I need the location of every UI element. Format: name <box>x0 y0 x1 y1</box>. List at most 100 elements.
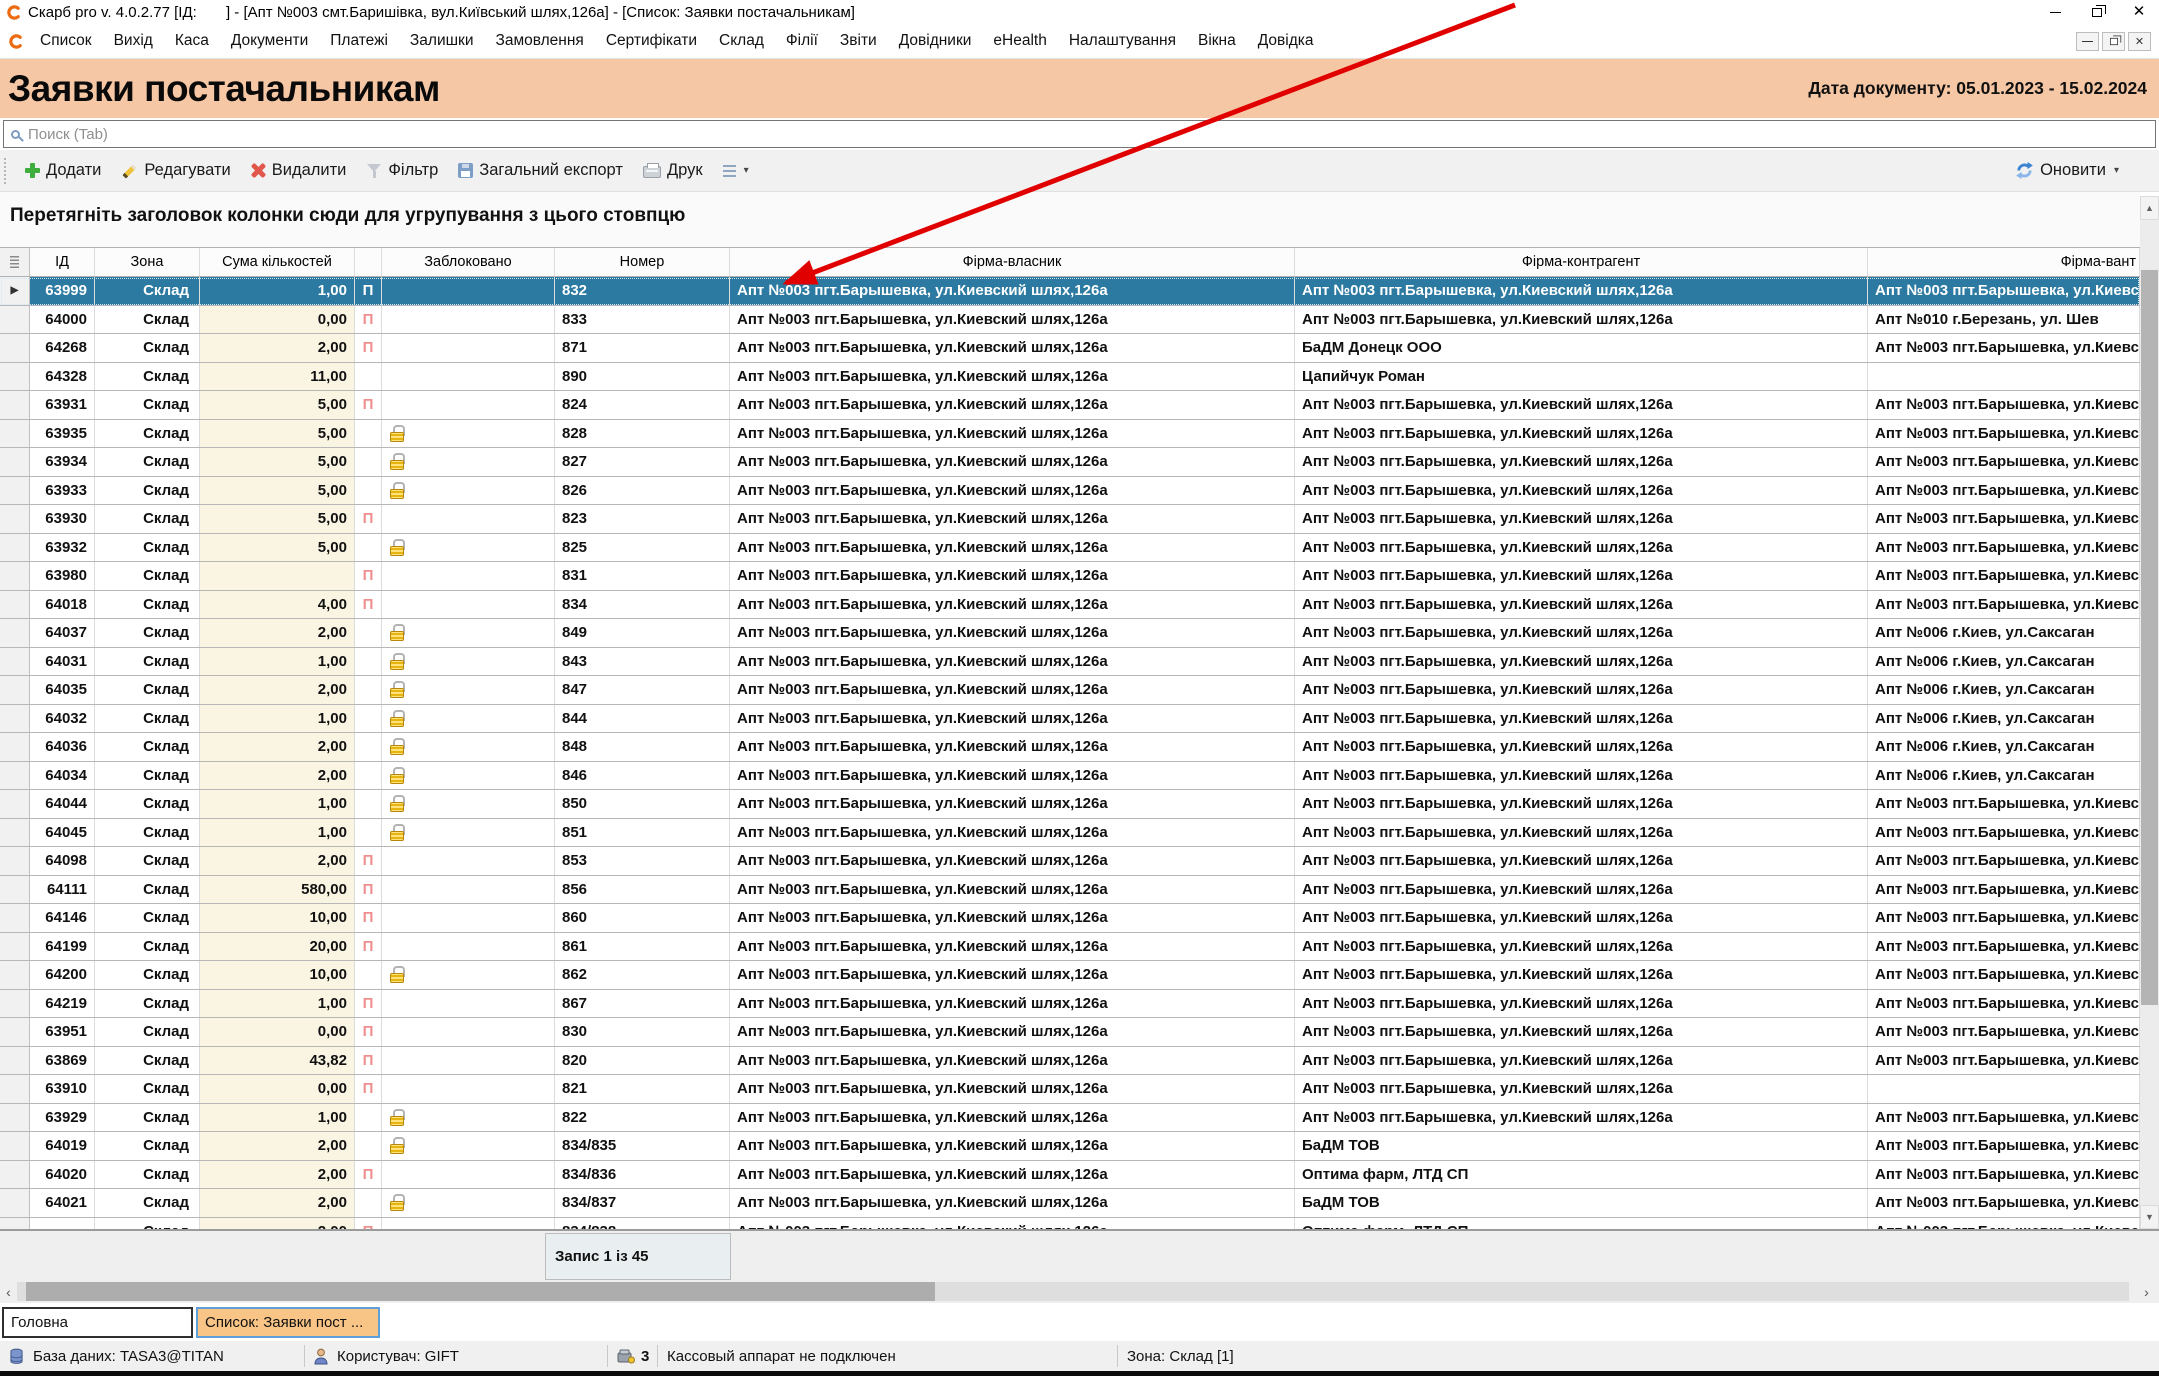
table-row[interactable]: 63933Склад5,00826Апт №003 пгт.Барышевка,… <box>0 477 2140 506</box>
table-row[interactable]: 64146Склад10,00П860Апт №003 пгт.Барышевк… <box>0 904 2140 933</box>
vertical-scrollbar-thumb[interactable] <box>2141 270 2158 1005</box>
tab-list-active[interactable]: Список: Заявки пост ... <box>196 1307 380 1338</box>
filter-button[interactable]: Фільтр <box>356 154 448 188</box>
table-row[interactable]: 63910Склад0,00П821Апт №003 пгт.Барышевка… <box>0 1075 2140 1104</box>
table-row[interactable]: 64021Склад2,00834/837Апт №003 пгт.Барыше… <box>0 1189 2140 1218</box>
table-row[interactable]: 64034Склад2,00846Апт №003 пгт.Барышевка,… <box>0 762 2140 791</box>
table-row[interactable]: 64000Склад0,00П833Апт №003 пгт.Барышевка… <box>0 306 2140 335</box>
table-row[interactable]: 63934Склад5,00827Апт №003 пгт.Барышевка,… <box>0 448 2140 477</box>
table-row[interactable]: ▶63999Склад1,00П832Апт №003 пгт.Барышевк… <box>0 277 2140 306</box>
menu-item-5[interactable]: Залишки <box>399 24 485 58</box>
table-row[interactable]: 64045Склад1,00851Апт №003 пгт.Барышевка,… <box>0 819 2140 848</box>
print-button[interactable]: Друк <box>633 154 713 188</box>
mdi-restore-button[interactable] <box>2102 32 2125 51</box>
menu-item-2[interactable]: Каса <box>164 24 220 58</box>
grid-corner-cell[interactable] <box>0 248 30 276</box>
export-button[interactable]: Загальний експорт <box>448 154 633 188</box>
search-input[interactable] <box>28 126 2155 143</box>
column-header-zone[interactable]: Зона <box>95 248 200 276</box>
cell-consignee: Апт №003 пгт.Барышевка, ул.Киевский шлях… <box>1868 277 2140 305</box>
column-header-id[interactable]: ІД <box>30 248 95 276</box>
table-row[interactable]: Склад2,00П834/838Апт №003 пгт.Барышевка,… <box>0 1218 2140 1230</box>
table-row[interactable]: 64111Склад580,00П856Апт №003 пгт.Барышев… <box>0 876 2140 905</box>
table-row[interactable]: 64328Склад11,00890Апт №003 пгт.Барышевка… <box>0 363 2140 392</box>
menu-item-7[interactable]: Сертифікати <box>595 24 708 58</box>
table-row[interactable]: 63935Склад5,00828Апт №003 пгт.Барышевка,… <box>0 420 2140 449</box>
cell-p-marker <box>355 790 382 818</box>
table-row[interactable]: 64032Склад1,00844Апт №003 пгт.Барышевка,… <box>0 705 2140 734</box>
lock-icon <box>390 767 405 784</box>
edit-button[interactable]: Редагувати <box>111 154 240 188</box>
column-header-number[interactable]: Номер <box>555 248 730 276</box>
column-header-consignee[interactable]: Фірма-вант <box>1868 248 2140 276</box>
cell-id: 64199 <box>30 933 95 961</box>
scroll-up-icon[interactable]: ▲ <box>2140 196 2159 220</box>
toolbar-grip[interactable] <box>4 158 9 184</box>
table-row[interactable]: 64019Склад2,00834/835Апт №003 пгт.Барыше… <box>0 1132 2140 1161</box>
column-header-contragent[interactable]: Фірма-контрагент <box>1295 248 1868 276</box>
cell-owner: Апт №003 пгт.Барышевка, ул.Киевский шлях… <box>730 562 1295 590</box>
cell-p-marker: П <box>355 505 382 533</box>
menu-item-9[interactable]: Філії <box>775 24 829 58</box>
close-button[interactable]: ✕ <box>2131 4 2147 20</box>
cell-id: 64111 <box>30 876 95 904</box>
menu-item-12[interactable]: eHealth <box>982 24 1057 58</box>
restore-button[interactable] <box>2089 4 2105 20</box>
menu-item-14[interactable]: Вікна <box>1187 24 1247 58</box>
table-row[interactable]: 64035Склад2,00847Апт №003 пгт.Барышевка,… <box>0 676 2140 705</box>
menu-item-6[interactable]: Замовлення <box>484 24 594 58</box>
table-row[interactable]: 64200Склад10,00862Апт №003 пгт.Барышевка… <box>0 961 2140 990</box>
tab-home[interactable]: Головна <box>2 1307 193 1338</box>
column-header-sum[interactable]: Сума кількостей <box>200 248 355 276</box>
table-row[interactable]: 63929Склад1,00822Апт №003 пгт.Барышевка,… <box>0 1104 2140 1133</box>
cell-owner: Апт №003 пгт.Барышевка, ул.Киевский шлях… <box>730 1047 1295 1075</box>
menu-item-4[interactable]: Платежі <box>319 24 399 58</box>
table-row[interactable]: 64199Склад20,00П861Апт №003 пгт.Барышевк… <box>0 933 2140 962</box>
menu-item-15[interactable]: Довідка <box>1247 24 1325 58</box>
column-header-owner[interactable]: Фірма-власник <box>730 248 1295 276</box>
table-row[interactable]: 64037Склад2,00849Апт №003 пгт.Барышевка,… <box>0 619 2140 648</box>
cell-consignee: Апт №003 пгт.Барышевка, ул.Киевский шлях… <box>1868 819 2140 847</box>
menu-item-3[interactable]: Документи <box>220 24 319 58</box>
cell-id: 64031 <box>30 648 95 676</box>
mdi-minimize-button[interactable] <box>2076 32 2099 51</box>
table-row[interactable]: 64219Склад1,00П867Апт №003 пгт.Барышевка… <box>0 990 2140 1019</box>
scroll-right-icon[interactable]: › <box>2138 1280 2155 1303</box>
printer-icon <box>643 166 661 178</box>
scroll-left-icon[interactable]: ‹ <box>0 1280 17 1303</box>
table-row[interactable]: 64031Склад1,00843Апт №003 пгт.Барышевка,… <box>0 648 2140 677</box>
cell-contragent: Оптима фарм, ЛТД СП <box>1295 1161 1868 1189</box>
vertical-scrollbar[interactable]: ▲ ▼ <box>2140 196 2159 1229</box>
scroll-down-icon[interactable]: ▼ <box>2140 1205 2159 1229</box>
minimize-button[interactable] <box>2047 4 2063 20</box>
table-row[interactable]: 63930Склад5,00П823Апт №003 пгт.Барышевка… <box>0 505 2140 534</box>
menu-item-8[interactable]: Склад <box>708 24 775 58</box>
column-header-p[interactable] <box>355 248 382 276</box>
horizontal-scrollbar[interactable]: ‹ › <box>0 1280 2159 1303</box>
menu-item-13[interactable]: Налаштування <box>1058 24 1187 58</box>
table-row[interactable]: 64020Склад2,00П834/836Апт №003 пгт.Барыш… <box>0 1161 2140 1190</box>
menu-item-1[interactable]: Вихід <box>103 24 164 58</box>
table-row[interactable]: 63931Склад5,00П824Апт №003 пгт.Барышевка… <box>0 391 2140 420</box>
table-row[interactable]: 64268Склад2,00П871Апт №003 пгт.Барышевка… <box>0 334 2140 363</box>
view-options-button[interactable]: ▾ <box>713 154 759 188</box>
table-row[interactable]: 64098Склад2,00П853Апт №003 пгт.Барышевка… <box>0 847 2140 876</box>
table-row[interactable]: 63932Склад5,00825Апт №003 пгт.Барышевка,… <box>0 534 2140 563</box>
column-header-locked[interactable]: Заблоковано <box>382 248 555 276</box>
cell-owner: Апт №003 пгт.Барышевка, ул.Киевский шлях… <box>730 1104 1295 1132</box>
horizontal-scrollbar-thumb[interactable] <box>26 1282 935 1301</box>
menu-item-0[interactable]: Список <box>29 24 103 58</box>
table-row[interactable]: 63980СкладП831Апт №003 пгт.Барышевка, ул… <box>0 562 2140 591</box>
table-row[interactable]: 63869Склад43,82П820Апт №003 пгт.Барышевк… <box>0 1047 2140 1076</box>
menu-item-11[interactable]: Довідники <box>888 24 983 58</box>
delete-button[interactable]: Видалити <box>241 154 357 188</box>
refresh-button[interactable]: Оновити ▾ <box>2005 154 2129 188</box>
menu-item-10[interactable]: Звіти <box>829 24 888 58</box>
table-row[interactable]: 64018Склад4,00П834Апт №003 пгт.Барышевка… <box>0 591 2140 620</box>
table-row[interactable]: 64036Склад2,00848Апт №003 пгт.Барышевка,… <box>0 733 2140 762</box>
add-button[interactable]: Додати <box>15 154 111 188</box>
table-row[interactable]: 64044Склад1,00850Апт №003 пгт.Барышевка,… <box>0 790 2140 819</box>
table-row[interactable]: 63951Склад0,00П830Апт №003 пгт.Барышевка… <box>0 1018 2140 1047</box>
mdi-close-button[interactable]: ✕ <box>2128 32 2151 51</box>
group-by-panel[interactable]: Перетягніть заголовок колонки сюди для у… <box>0 192 2140 247</box>
